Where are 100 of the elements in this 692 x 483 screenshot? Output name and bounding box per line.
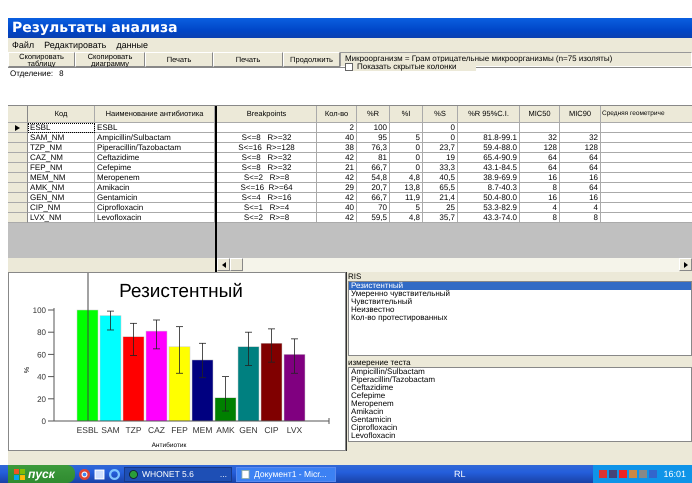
table-cell: [560, 123, 601, 133]
list-item[interactable]: Levofloxacin: [349, 432, 691, 440]
list-item[interactable]: Amikacin: [349, 408, 691, 416]
list-item[interactable]: Чувствительный: [349, 298, 691, 306]
table-cell: 32: [560, 133, 601, 143]
list-item[interactable]: Ampicillin/Sulbactam: [349, 368, 691, 376]
chart-title: Резистентный: [119, 281, 243, 302]
table-cell: 21: [317, 163, 357, 173]
table-cell: 81.8-99.1: [458, 133, 520, 143]
table-cell: MEM_NM: [28, 173, 95, 183]
table-cell: 43.3-74.0: [458, 213, 520, 223]
axis-label: CAZ: [148, 425, 165, 435]
table-cell: 42: [317, 193, 357, 203]
table-cell: 53.3-82.9: [458, 203, 520, 213]
table-cell: [520, 123, 560, 133]
table-cell: S<=1 R>=4: [217, 203, 317, 213]
menu-item[interactable]: Редактировать: [44, 40, 106, 50]
table-cell: Ampicillin/Sulbactam: [95, 133, 215, 143]
table-cell: SAM_NM: [28, 133, 95, 143]
row-selector[interactable]: [8, 123, 28, 133]
table-cell: 38: [317, 143, 357, 153]
table-cell: 2: [317, 123, 357, 133]
table-cell: 0: [423, 133, 458, 143]
list-item[interactable]: Cefepime: [349, 392, 691, 400]
taskbar-button[interactable]: WHONET 5.6 ...: [124, 466, 232, 482]
table-cell: Levofloxacin: [95, 213, 215, 223]
checkbox[interactable]: [345, 62, 353, 70]
list-item[interactable]: Meropenem: [349, 400, 691, 408]
table-cell: S<=16 R>=64: [217, 183, 317, 193]
table-cell: 21,4: [423, 193, 458, 203]
scroll-thumb[interactable]: [230, 258, 243, 271]
list-item[interactable]: Неизвестно: [349, 306, 691, 314]
axis-label: SAM: [101, 425, 120, 435]
list-item[interactable]: Piperacillin/Tazobactam: [349, 376, 691, 384]
table-cell: AMK_NM: [28, 183, 95, 193]
table-cell: 0: [390, 153, 423, 163]
organism-info: Микроорганизм = Грам отрицательные микроорганизмы (n=75 изоляты): [345, 54, 612, 63]
table-cell: 29: [317, 183, 357, 193]
table-cell: 4,8: [390, 213, 423, 223]
globe-icon: [129, 470, 138, 478]
axis-label: AMK: [216, 425, 235, 435]
browser-icon[interactable]: [109, 468, 120, 480]
table-cell: 13,8: [390, 183, 423, 193]
table-cell: 16: [520, 193, 560, 203]
table-cell: S<=2 R>=8: [217, 213, 317, 223]
table-cell: 64: [560, 183, 601, 193]
table-cell: 20,7: [357, 183, 390, 193]
table-cell: 0: [390, 143, 423, 153]
list-item[interactable]: Ceftazidime: [349, 384, 691, 392]
table-cell: 59,5: [357, 213, 390, 223]
table-cell: S<=4 R>=16: [217, 193, 317, 203]
table-cell: 54,8: [357, 173, 390, 183]
table-cell: 5: [390, 133, 423, 143]
table-cell: 128: [560, 143, 601, 153]
language-indicator[interactable]: RL: [454, 469, 466, 479]
app-icon[interactable]: [94, 468, 105, 480]
table-cell: 16: [520, 173, 560, 183]
window-title: Результаты анализа: [8, 18, 692, 38]
axis-label: 0: [42, 417, 46, 426]
axis-label: CIP: [264, 425, 279, 435]
menu-item[interactable]: данные: [116, 40, 148, 50]
table-cell: 43.1-84.5: [458, 163, 520, 173]
list-item[interactable]: Резистентный: [349, 282, 691, 290]
table-cell: [390, 123, 423, 133]
table-cell: 64: [520, 153, 560, 163]
table-cell: TZP_NM: [28, 143, 95, 153]
taskbar-button[interactable]: Документ1 - Micr...: [236, 466, 336, 482]
table-cell: CIP_NM: [28, 203, 95, 213]
table-cell: Gentamicin: [95, 193, 215, 203]
scrollbar[interactable]: [8, 258, 215, 272]
error-bar: [290, 338, 298, 374]
scroll-left-button[interactable]: [217, 258, 230, 271]
department-label: Отделение:: [10, 69, 54, 80]
bar: [284, 354, 306, 422]
browser-icon[interactable]: [79, 468, 90, 480]
table-cell: 95: [357, 133, 390, 143]
error-bar: [222, 376, 230, 412]
start-button[interactable]: пуск: [8, 465, 75, 483]
table-cell: [458, 123, 520, 133]
error-bar: [130, 322, 138, 356]
list-item[interactable]: Ciprofloxacin: [349, 424, 691, 432]
table-cell: 32: [520, 133, 560, 143]
table-cell: 35,7: [423, 213, 458, 223]
menu-item[interactable]: Файл: [12, 40, 34, 50]
table-cell: 65.4-90.9: [458, 153, 520, 163]
table-cell: 8: [560, 213, 601, 223]
department-value: 8: [59, 69, 64, 80]
scroll-right-button[interactable]: [679, 258, 692, 271]
table-cell: Cefepime: [95, 163, 215, 173]
table-cell: 40: [317, 133, 357, 143]
table-cell: S<=8 R>=32: [217, 153, 317, 163]
table-cell: LVX_NM: [28, 213, 95, 223]
table-cell: 64: [520, 163, 560, 173]
list-item[interactable]: Умеренно чувствительный: [349, 290, 691, 298]
checkbox-label: Показать скрытые колонки: [357, 62, 456, 71]
windows-logo-icon: [14, 468, 25, 480]
list-item[interactable]: Gentamicin: [349, 416, 691, 424]
error-bar: [244, 332, 252, 366]
list-item[interactable]: Кол-во протестированных: [349, 314, 691, 322]
table-cell: 19: [423, 153, 458, 163]
